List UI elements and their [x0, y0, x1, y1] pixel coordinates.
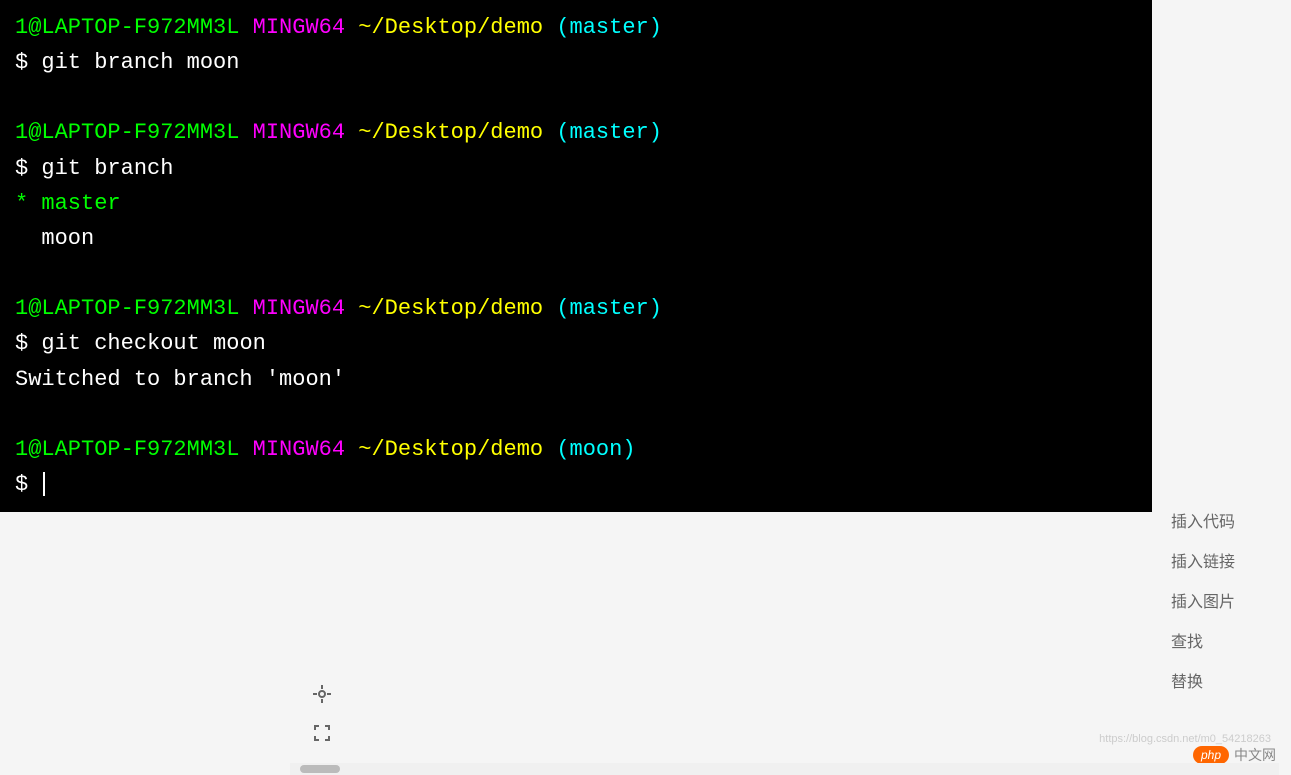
branch-indicator: (moon): [556, 437, 635, 462]
shell-name: MINGW64: [253, 15, 345, 40]
menu-insert-image[interactable]: 插入图片: [1171, 580, 1271, 620]
output-line: * master: [0, 186, 1152, 221]
command-line: $ git branch: [0, 151, 1152, 186]
command-text: git checkout moon: [41, 331, 265, 356]
user-host: 1@LAPTOP-F972MM3L: [15, 437, 239, 462]
command-text: git branch: [41, 156, 173, 181]
blank-line: [0, 397, 1152, 432]
output-line: moon: [0, 221, 1152, 256]
context-menu: 插入代码 插入链接 插入图片 查找 替换: [1151, 490, 1291, 710]
horizontal-scrollbar[interactable]: [290, 763, 1279, 775]
prompt-line: 1@LAPTOP-F972MM3L MINGW64 ~/Desktop/demo…: [0, 115, 1152, 150]
menu-insert-link[interactable]: 插入链接: [1171, 540, 1271, 580]
shell-name: MINGW64: [253, 120, 345, 145]
blank-line: [0, 256, 1152, 291]
menu-insert-code[interactable]: 插入代码: [1171, 500, 1271, 540]
watermark: php 中文网: [1193, 745, 1276, 765]
watermark-text: 中文网: [1234, 745, 1276, 765]
command-text: git branch moon: [41, 50, 239, 75]
branch-indicator: (master): [556, 296, 662, 321]
prompt-symbol: $: [15, 331, 41, 356]
user-host: 1@LAPTOP-F972MM3L: [15, 15, 239, 40]
prompt-symbol: $: [15, 50, 41, 75]
prompt-line: 1@LAPTOP-F972MM3L MINGW64 ~/Desktop/demo…: [0, 10, 1152, 45]
current-branch-output: * master: [15, 191, 121, 216]
shell-name: MINGW64: [253, 437, 345, 462]
current-path: ~/Desktop/demo: [358, 15, 543, 40]
cursor: [43, 472, 45, 496]
checkout-output: Switched to branch 'moon': [15, 367, 345, 392]
prompt-symbol: $: [15, 472, 41, 497]
menu-find[interactable]: 查找: [1171, 620, 1271, 660]
user-host: 1@LAPTOP-F972MM3L: [15, 120, 239, 145]
current-path: ~/Desktop/demo: [358, 296, 543, 321]
user-host: 1@LAPTOP-F972MM3L: [15, 296, 239, 321]
watermark-url: https://blog.csdn.net/m0_54218263: [1099, 733, 1271, 745]
branch-indicator: (master): [556, 15, 662, 40]
current-path: ~/Desktop/demo: [358, 437, 543, 462]
menu-replace[interactable]: 替换: [1171, 660, 1271, 700]
editor-toolbar: [310, 682, 334, 745]
output-line: Switched to branch 'moon': [0, 362, 1152, 397]
prompt-symbol: $: [15, 156, 41, 181]
expand-icon[interactable]: [310, 721, 334, 745]
command-line: $ git checkout moon: [0, 326, 1152, 361]
watermark-badge: php: [1193, 746, 1229, 764]
blank-line: [0, 80, 1152, 115]
current-path: ~/Desktop/demo: [358, 120, 543, 145]
command-line: $: [0, 467, 1152, 502]
scrollbar-thumb[interactable]: [300, 765, 340, 773]
prompt-line: 1@LAPTOP-F972MM3L MINGW64 ~/Desktop/demo…: [0, 432, 1152, 467]
branch-indicator: (master): [556, 120, 662, 145]
shell-name: MINGW64: [253, 296, 345, 321]
prompt-line: 1@LAPTOP-F972MM3L MINGW64 ~/Desktop/demo…: [0, 291, 1152, 326]
branch-output: moon: [15, 226, 94, 251]
target-icon[interactable]: [310, 682, 334, 706]
terminal-window[interactable]: 1@LAPTOP-F972MM3L MINGW64 ~/Desktop/demo…: [0, 0, 1152, 512]
command-line: $ git branch moon: [0, 45, 1152, 80]
